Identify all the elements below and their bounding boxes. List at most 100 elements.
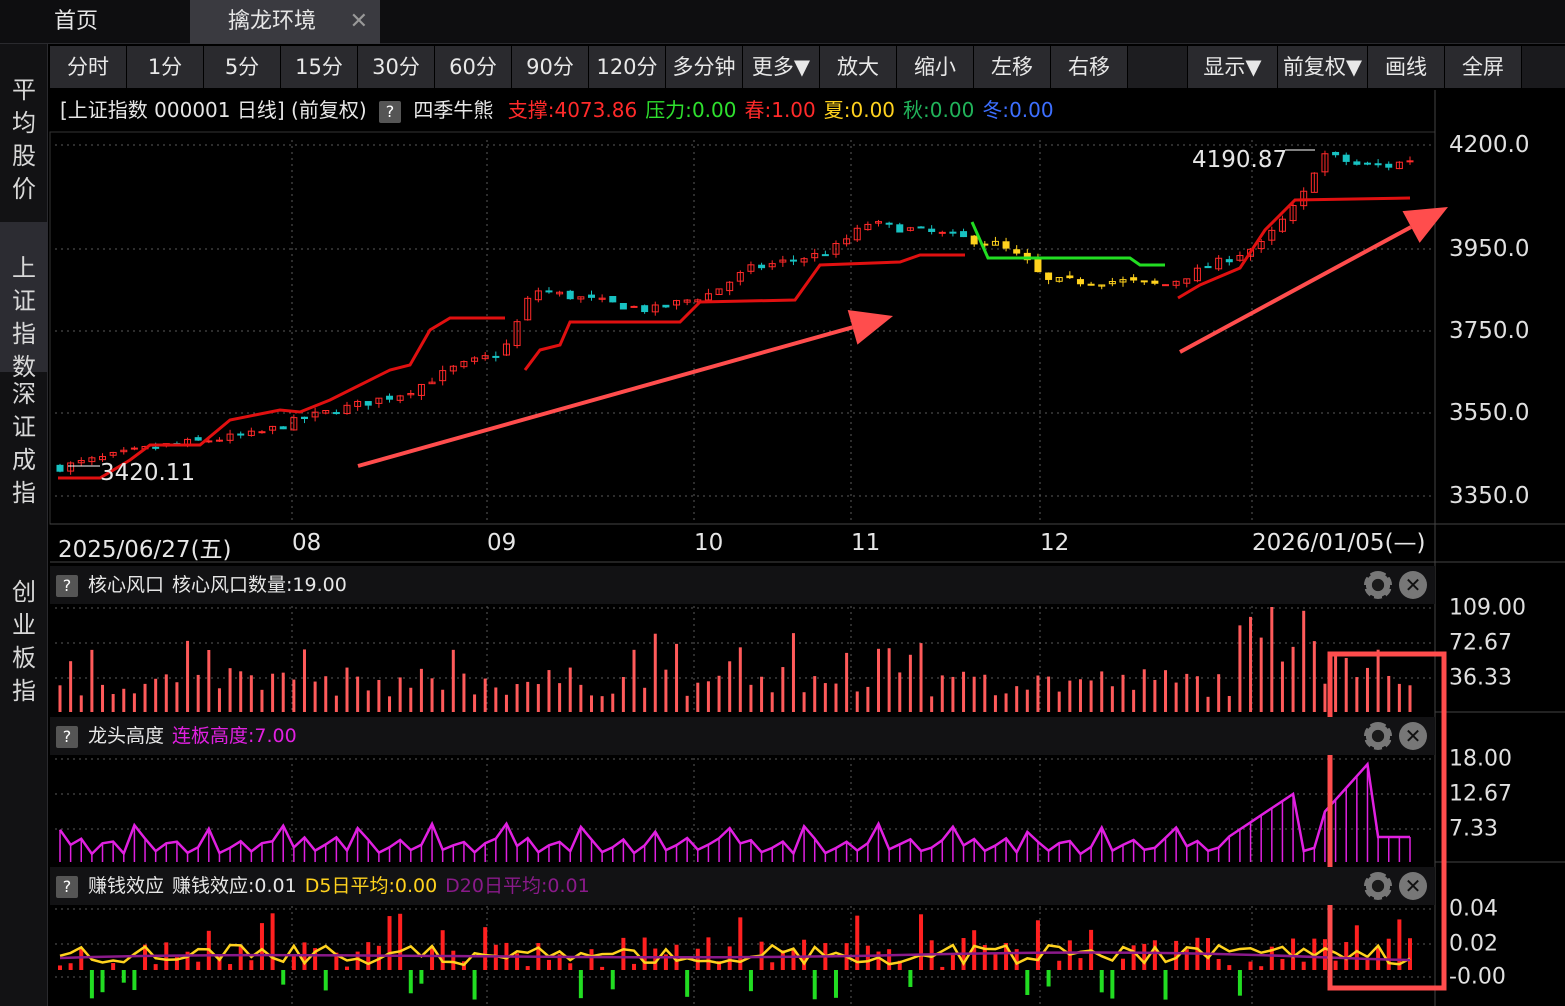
bar xyxy=(951,676,955,712)
chart-canvas[interactable] xyxy=(0,0,1565,1006)
pos-bar xyxy=(1408,938,1412,970)
panel-axis-label: 0.02 xyxy=(1449,931,1498,957)
candle-body xyxy=(258,431,266,434)
panel-name: 核心风口 xyxy=(88,574,165,596)
pos-bar xyxy=(249,960,254,970)
candle-body xyxy=(885,222,893,225)
close-icon[interactable]: ✕ xyxy=(1399,571,1427,599)
bar xyxy=(154,678,158,712)
panel-axis-label: 7.33 xyxy=(1449,816,1498,842)
bar xyxy=(1025,689,1029,712)
pos-bar xyxy=(451,950,456,970)
candle-body xyxy=(1151,280,1159,284)
candle-body xyxy=(917,226,925,229)
gear-icon[interactable] xyxy=(1364,722,1392,750)
bar xyxy=(675,643,679,712)
candle-body xyxy=(960,231,968,238)
bar xyxy=(706,681,710,712)
bar xyxy=(813,676,817,712)
app-window: { "tabs":[{"label":"首页"},{"label":"擒龙环境"… xyxy=(0,0,1565,1006)
gear-icon[interactable] xyxy=(1364,571,1392,599)
bar xyxy=(589,695,593,712)
bar xyxy=(228,668,232,712)
pos-bar xyxy=(1322,939,1327,970)
neg-bar xyxy=(833,970,838,998)
bar xyxy=(983,674,987,712)
bar xyxy=(1195,676,1199,712)
panel-axis-label: 109.00 xyxy=(1449,595,1526,621)
date-axis-label: 2025/06/27(五) xyxy=(58,537,232,563)
bar xyxy=(770,692,774,712)
pos-bar xyxy=(291,954,296,970)
bar xyxy=(462,673,466,712)
panel-stat-label: 连板高度: xyxy=(172,725,255,747)
bar xyxy=(281,672,285,712)
panel-extra-value: 0.01 xyxy=(547,875,590,897)
candle-body xyxy=(130,447,138,450)
close-icon[interactable]: ✕ xyxy=(1399,722,1427,750)
bar xyxy=(1334,655,1338,712)
bar xyxy=(962,671,966,712)
close-icon[interactable]: ✕ xyxy=(1399,872,1427,900)
candle-body xyxy=(630,305,638,308)
bar xyxy=(441,689,445,712)
help-icon[interactable]: ? xyxy=(56,574,78,597)
pos-bar xyxy=(153,964,158,970)
pos-bar xyxy=(568,963,573,970)
bar xyxy=(79,695,83,712)
bar xyxy=(1100,671,1104,712)
panel-header-2: ? 赚钱效应 赚钱效应:0.01 D5日平均:0.00 D20日平均:0.01 xyxy=(50,867,1435,905)
pos-bar xyxy=(1259,966,1264,970)
candle-body xyxy=(1385,163,1393,168)
candle-body xyxy=(1332,151,1340,156)
bar xyxy=(1376,649,1380,712)
bar xyxy=(1078,679,1082,712)
candle-body xyxy=(1204,266,1212,269)
bar xyxy=(802,692,806,712)
pos-bar xyxy=(270,913,275,970)
bar xyxy=(186,640,190,712)
bar xyxy=(398,677,402,712)
bar xyxy=(260,689,264,712)
candle-body xyxy=(332,412,340,415)
height-line xyxy=(58,761,1410,856)
candle-body xyxy=(1013,249,1021,254)
help-icon[interactable]: ? xyxy=(56,725,78,748)
bar xyxy=(908,654,912,712)
bar xyxy=(1302,610,1306,712)
pos-bar xyxy=(706,937,711,970)
candle-body xyxy=(1076,279,1084,285)
panel-name: 龙头高度 xyxy=(88,725,165,747)
candle-body xyxy=(641,305,649,313)
price-axis-label: 3350.0 xyxy=(1449,483,1530,509)
candle-body xyxy=(587,294,595,298)
candle-body xyxy=(386,395,394,400)
bar xyxy=(685,695,689,712)
gear-icon[interactable] xyxy=(1364,872,1392,900)
pos-bar xyxy=(1216,958,1221,970)
bar xyxy=(494,687,498,712)
bar xyxy=(1089,680,1093,712)
neg-bar xyxy=(419,970,424,984)
panel-stat-label: 核心风口数量: xyxy=(172,574,293,596)
date-axis-label: 08 xyxy=(292,530,322,556)
bar xyxy=(1015,686,1019,712)
bar xyxy=(207,650,211,712)
pos-bar xyxy=(791,949,796,970)
bar xyxy=(1387,675,1391,712)
bar xyxy=(877,648,881,712)
neg-bar xyxy=(1046,970,1051,987)
panel-axis-label: -0.00 xyxy=(1449,964,1506,990)
candle-body xyxy=(566,290,574,300)
pos-bar xyxy=(1386,938,1391,970)
bar xyxy=(696,682,700,712)
pos-bar xyxy=(1227,965,1232,970)
bar xyxy=(600,696,604,712)
bar xyxy=(1036,675,1040,712)
bar xyxy=(940,675,944,712)
pos-bar xyxy=(1078,958,1083,970)
bar xyxy=(547,670,551,712)
bar xyxy=(1164,670,1168,712)
bar xyxy=(196,674,200,712)
help-icon[interactable]: ? xyxy=(56,875,78,898)
